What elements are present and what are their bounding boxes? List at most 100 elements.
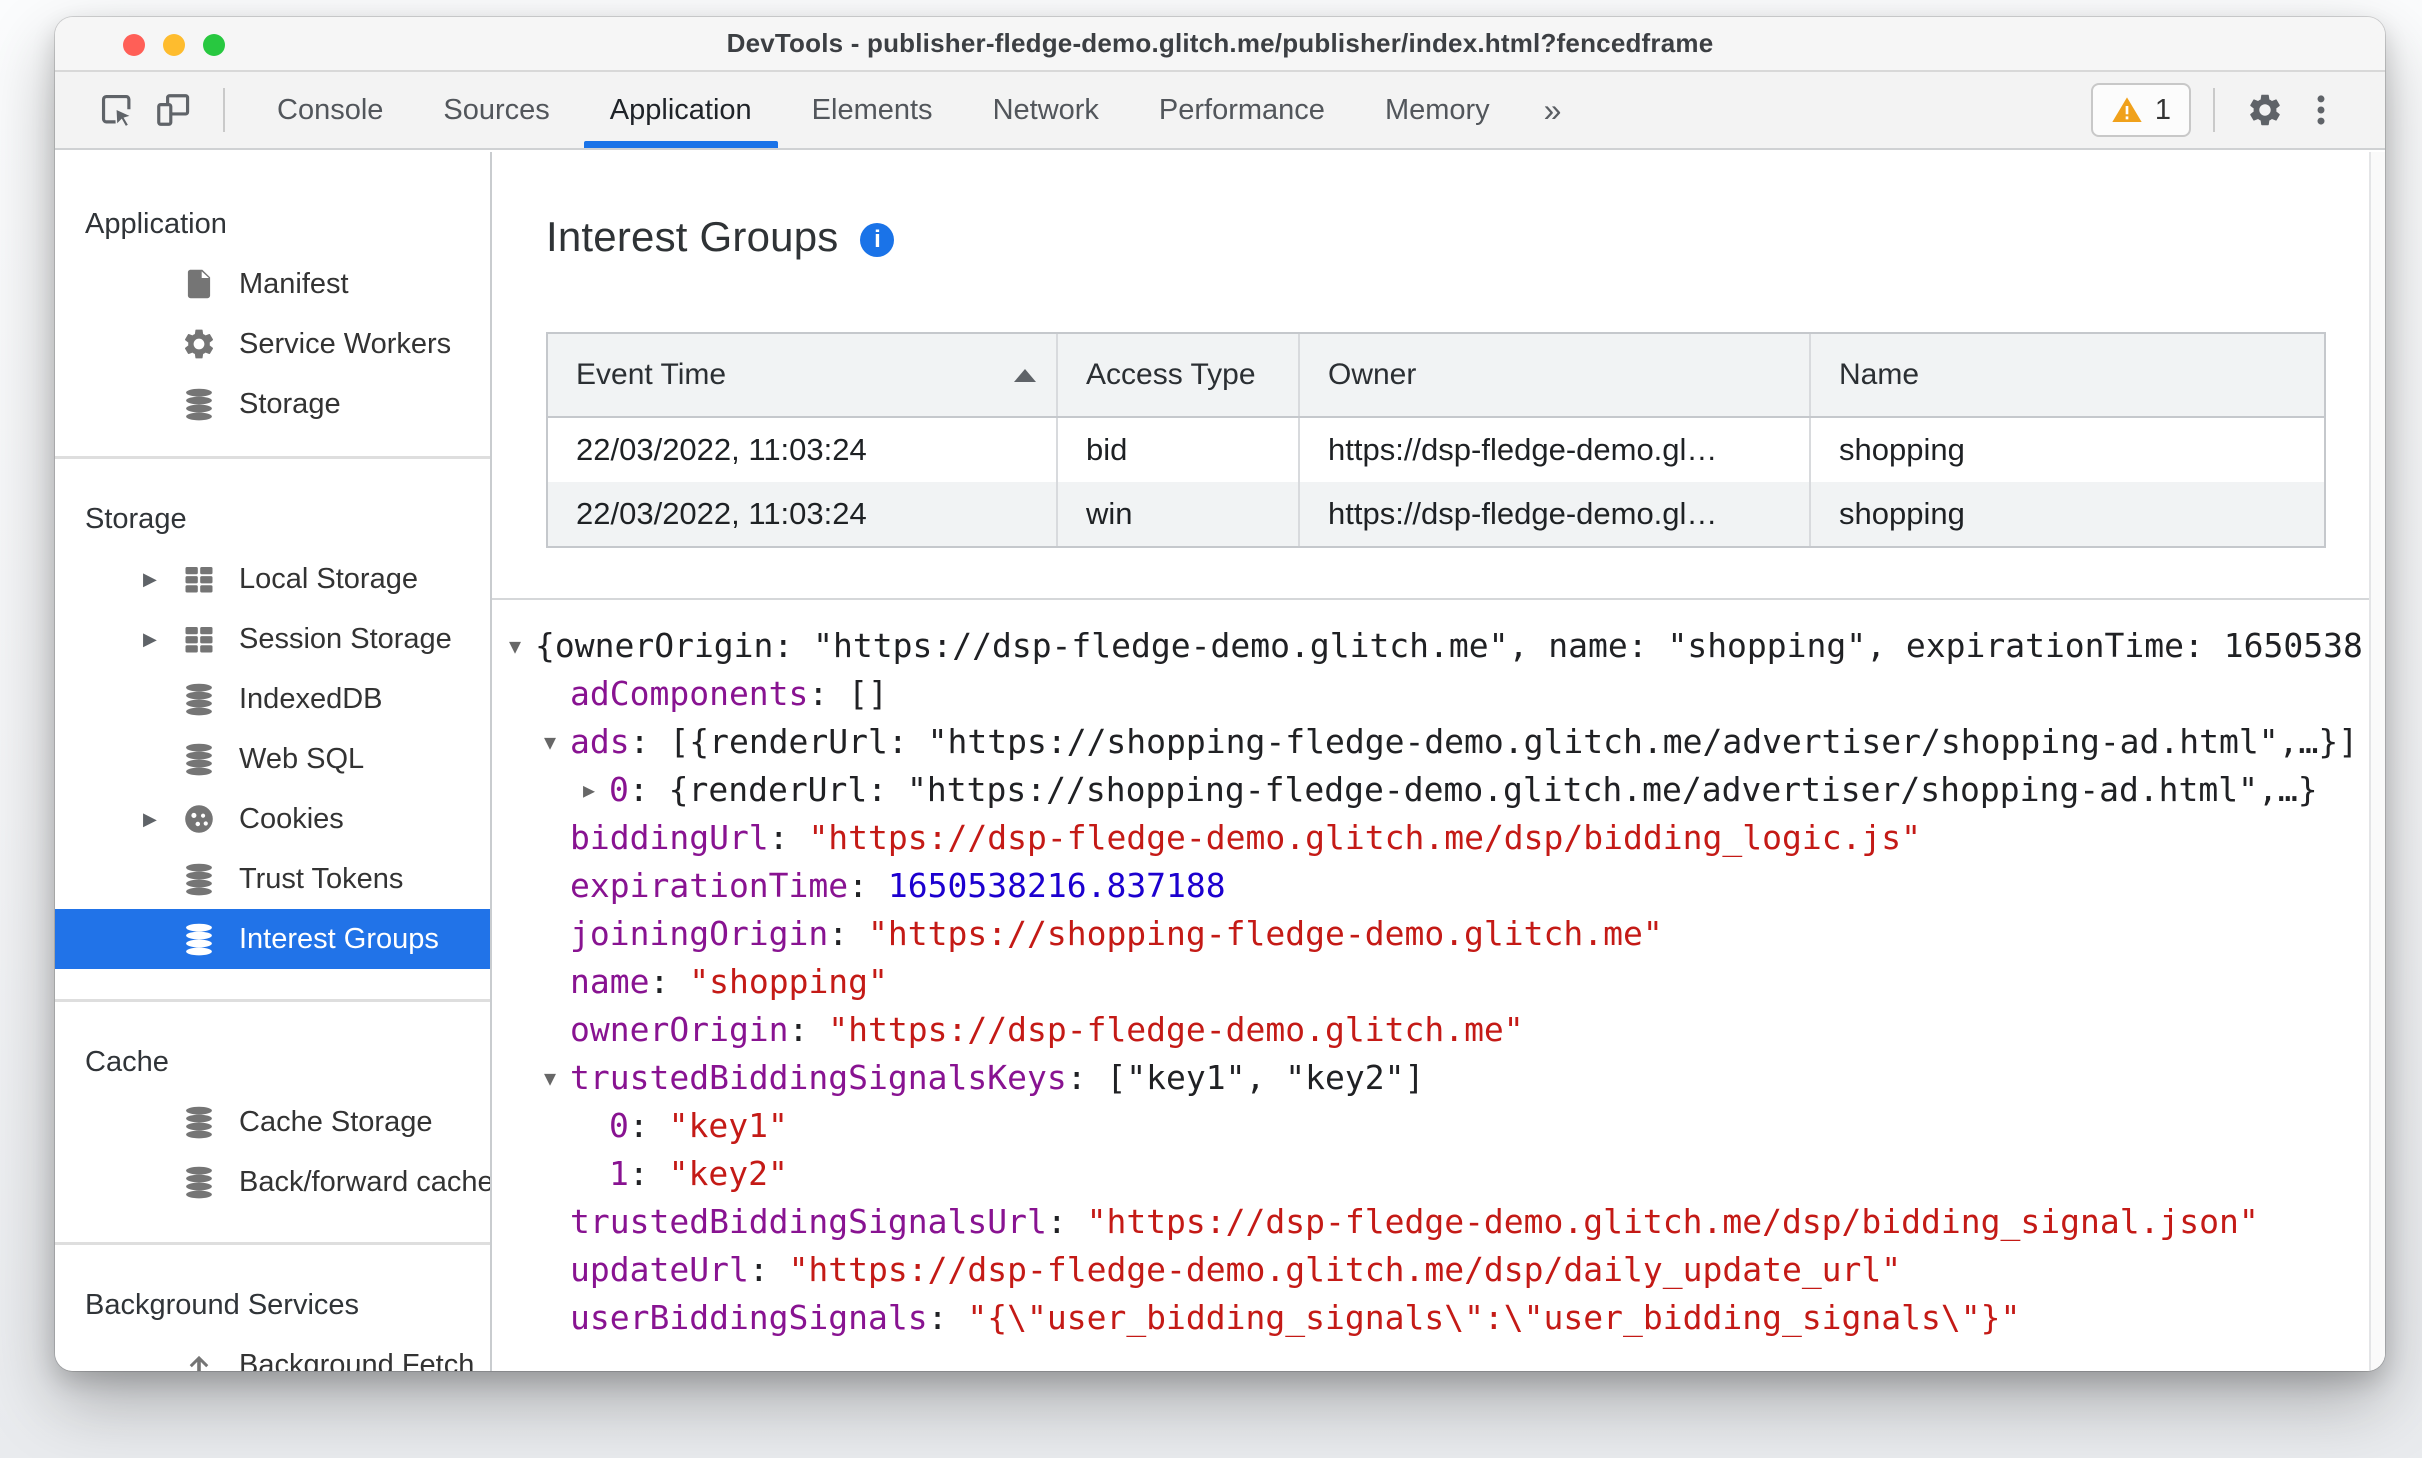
tree-line[interactable]: expirationTime: 1650538216.837188 (492, 862, 2385, 910)
inspect-element-icon[interactable] (89, 82, 145, 138)
sidebar-item-label: Background Fetch (239, 1348, 475, 1372)
sidebar-item-label: Cookies (239, 802, 344, 835)
sidebar-item-cache-storage[interactable]: Cache Storage (55, 1092, 490, 1152)
table-row[interactable]: 22/03/2022, 11:03:24 bid https://dsp-fledg… (548, 418, 2324, 482)
tree-segment-string: "https://dsp-fledge-demo.glitch.me" (828, 1010, 1524, 1049)
tree-segment-plain: : (649, 962, 690, 1001)
sidebar-item-background-fetch[interactable]: Background Fetch (55, 1335, 490, 1371)
cell-access-type: bid (1058, 418, 1300, 482)
tree-segment-plain: : ["key1", "key2"] (1066, 1058, 1425, 1097)
sidebar-section-title: Background Services (85, 1289, 360, 1321)
tree-segment-number: 1650538216.837188 (887, 866, 1226, 905)
tree-segment-key: trustedBiddingSignalsUrl (570, 1202, 1047, 1241)
tree-line[interactable]: joiningOrigin: "https://shopping-fledge-… (492, 910, 2385, 958)
sidebar-item-label: Local Storage (239, 562, 418, 595)
devtools-content: Application Manifest Service Workers Storag… (55, 152, 2385, 1371)
tab-elements[interactable]: Elements (782, 72, 963, 148)
column-header-owner[interactable]: Owner (1300, 334, 1811, 416)
tree-segment-key: name (570, 962, 650, 1001)
tab-performance[interactable]: Performance (1129, 72, 1355, 148)
tree-line[interactable]: 0: "key1" (492, 1102, 2385, 1150)
collapse-triangle-icon[interactable]: ▼ (501, 622, 529, 670)
tree-segment-plain: : (768, 818, 809, 857)
tree-line[interactable]: ▼ {ownerOrigin: "https://dsp-fledge-demo.… (492, 622, 2385, 670)
sidebar-item-manifest[interactable]: Manifest (55, 254, 490, 314)
expand-triangle-icon[interactable]: ▶ (143, 809, 181, 830)
tree-line[interactable]: userBiddingSignals: "{\"user_bidding_sig… (492, 1294, 2385, 1342)
sidebar-item-trust-tokens[interactable]: Trust Tokens (55, 849, 490, 909)
tree-segment-string: "{\"user_bidding_signals\":\"user_biddin… (967, 1298, 2021, 1337)
tab-memory[interactable]: Memory (1355, 72, 1520, 148)
tree-segment-key: joiningOrigin (570, 914, 829, 953)
page-title: Interest Groups (546, 213, 839, 260)
info-icon[interactable]: i (860, 223, 895, 257)
column-header-event-time[interactable]: Event Time (548, 334, 1058, 416)
settings-gear-icon[interactable] (2237, 82, 2293, 138)
tab-console[interactable]: Console (247, 72, 413, 148)
tree-segment-key: adComponents (570, 674, 809, 713)
cell-access-type: win (1058, 482, 1300, 546)
sidebar-item-storage[interactable]: Storage (55, 374, 490, 434)
tree-line[interactable]: biddingUrl: "https://dsp-fledge-demo.gli… (492, 814, 2385, 862)
tree-line[interactable]: name: "shopping" (492, 958, 2385, 1006)
sidebar-item-web-sql[interactable]: Web SQL (55, 729, 490, 789)
tree-segment-string: "shopping" (689, 962, 888, 1001)
tree-segment-plain: : {renderUrl: "https://shopping-fledge-d… (628, 770, 2318, 809)
tree-segment-string: "https://shopping-fledge-demo.glitch.me" (868, 914, 1663, 953)
toolbar-left-icons (55, 72, 247, 148)
fetch-icon (181, 1347, 221, 1371)
tree-segment-key: 0 (609, 770, 629, 809)
warning-count: 1 (2154, 93, 2171, 126)
sidebar-item-interest-groups[interactable]: Interest Groups (55, 909, 490, 969)
window-title: DevTools - publisher-fledge-demo.glitch.… (726, 28, 1714, 58)
tree-line[interactable]: 1: "key2" (492, 1150, 2385, 1198)
column-header-name[interactable]: Name (1811, 334, 2324, 416)
database-icon (181, 1164, 221, 1200)
sidebar-item-local-storage[interactable]: ▶ Local Storage (55, 549, 490, 609)
tree-segment-plain: : (788, 1010, 829, 1049)
column-header-label: Access Type (1086, 358, 1256, 391)
tab-sources[interactable]: Sources (413, 72, 579, 148)
expand-triangle-icon[interactable]: ▶ (143, 569, 181, 590)
kebab-menu-icon[interactable] (2293, 82, 2349, 138)
sidebar-item-cookies[interactable]: ▶ Cookies (55, 789, 490, 849)
zoom-button[interactable] (203, 34, 225, 56)
sidebar-item-label: Storage (239, 387, 341, 420)
sidebar-section-cache: Cache Cache Storage Back/forward cache (55, 1002, 490, 1245)
tab-network[interactable]: Network (963, 72, 1129, 148)
application-sidebar: Application Manifest Service Workers Storag… (55, 152, 492, 1371)
cell-name: shopping (1839, 496, 1965, 531)
tree-line[interactable]: ▶ 0: {renderUrl: "https://shopping-fledge… (492, 766, 2385, 814)
tab-application[interactable]: Application (580, 72, 782, 148)
tree-segment-plain: : (628, 1154, 669, 1193)
collapse-triangle-icon[interactable]: ▼ (536, 718, 564, 766)
tree-line[interactable]: trustedBiddingSignalsUrl: "https://dsp-f… (492, 1198, 2385, 1246)
sidebar-item-service-workers[interactable]: Service Workers (55, 314, 490, 374)
table-row[interactable]: 22/03/2022, 11:03:24 win https://dsp-fledg… (548, 482, 2324, 546)
tree-line[interactable]: ownerOrigin: "https://dsp-fledge-demo.gl… (492, 1006, 2385, 1054)
more-tabs-chevron[interactable]: » (1520, 72, 1586, 148)
sidebar-section-title: Application (85, 208, 227, 240)
tree-line[interactable]: updateUrl: "https://dsp-fledge-demo.glit… (492, 1246, 2385, 1294)
tree-segment-key: biddingUrl (570, 818, 769, 857)
tree-line[interactable]: ▼ ads: [{renderUrl: "https://shopping-fle… (492, 718, 2385, 766)
tree-line[interactable]: ▼ trustedBiddingSignalsKeys: ["key1", "ke… (492, 1054, 2385, 1102)
expand-triangle-icon[interactable]: ▶ (575, 766, 603, 814)
sidebar-section-title: Storage (85, 503, 187, 535)
issues-warning-badge[interactable]: 1 (2090, 83, 2191, 137)
column-header-label: Event Time (576, 358, 727, 391)
tree-line[interactable]: adComponents: [] (492, 670, 2385, 718)
panel-heading: Interest Groups i (546, 212, 2385, 262)
sidebar-item-indexeddb[interactable]: IndexedDB (55, 669, 490, 729)
collapse-triangle-icon[interactable]: ▼ (536, 1054, 564, 1102)
sidebar-item-back-forward-cache[interactable]: Back/forward cache (55, 1152, 490, 1212)
close-button[interactable] (123, 34, 145, 56)
column-header-access-type[interactable]: Access Type (1058, 334, 1300, 416)
expand-triangle-icon[interactable]: ▶ (143, 629, 181, 650)
vertical-scrollbar[interactable] (2369, 152, 2385, 1371)
device-toolbar-icon[interactable] (145, 82, 201, 138)
minimize-button[interactable] (163, 34, 185, 56)
sidebar-item-session-storage[interactable]: ▶ Session Storage (55, 609, 490, 669)
cell-event-time: 22/03/2022, 11:03:24 (548, 482, 1058, 546)
sidebar-item-label: Trust Tokens (239, 862, 404, 895)
